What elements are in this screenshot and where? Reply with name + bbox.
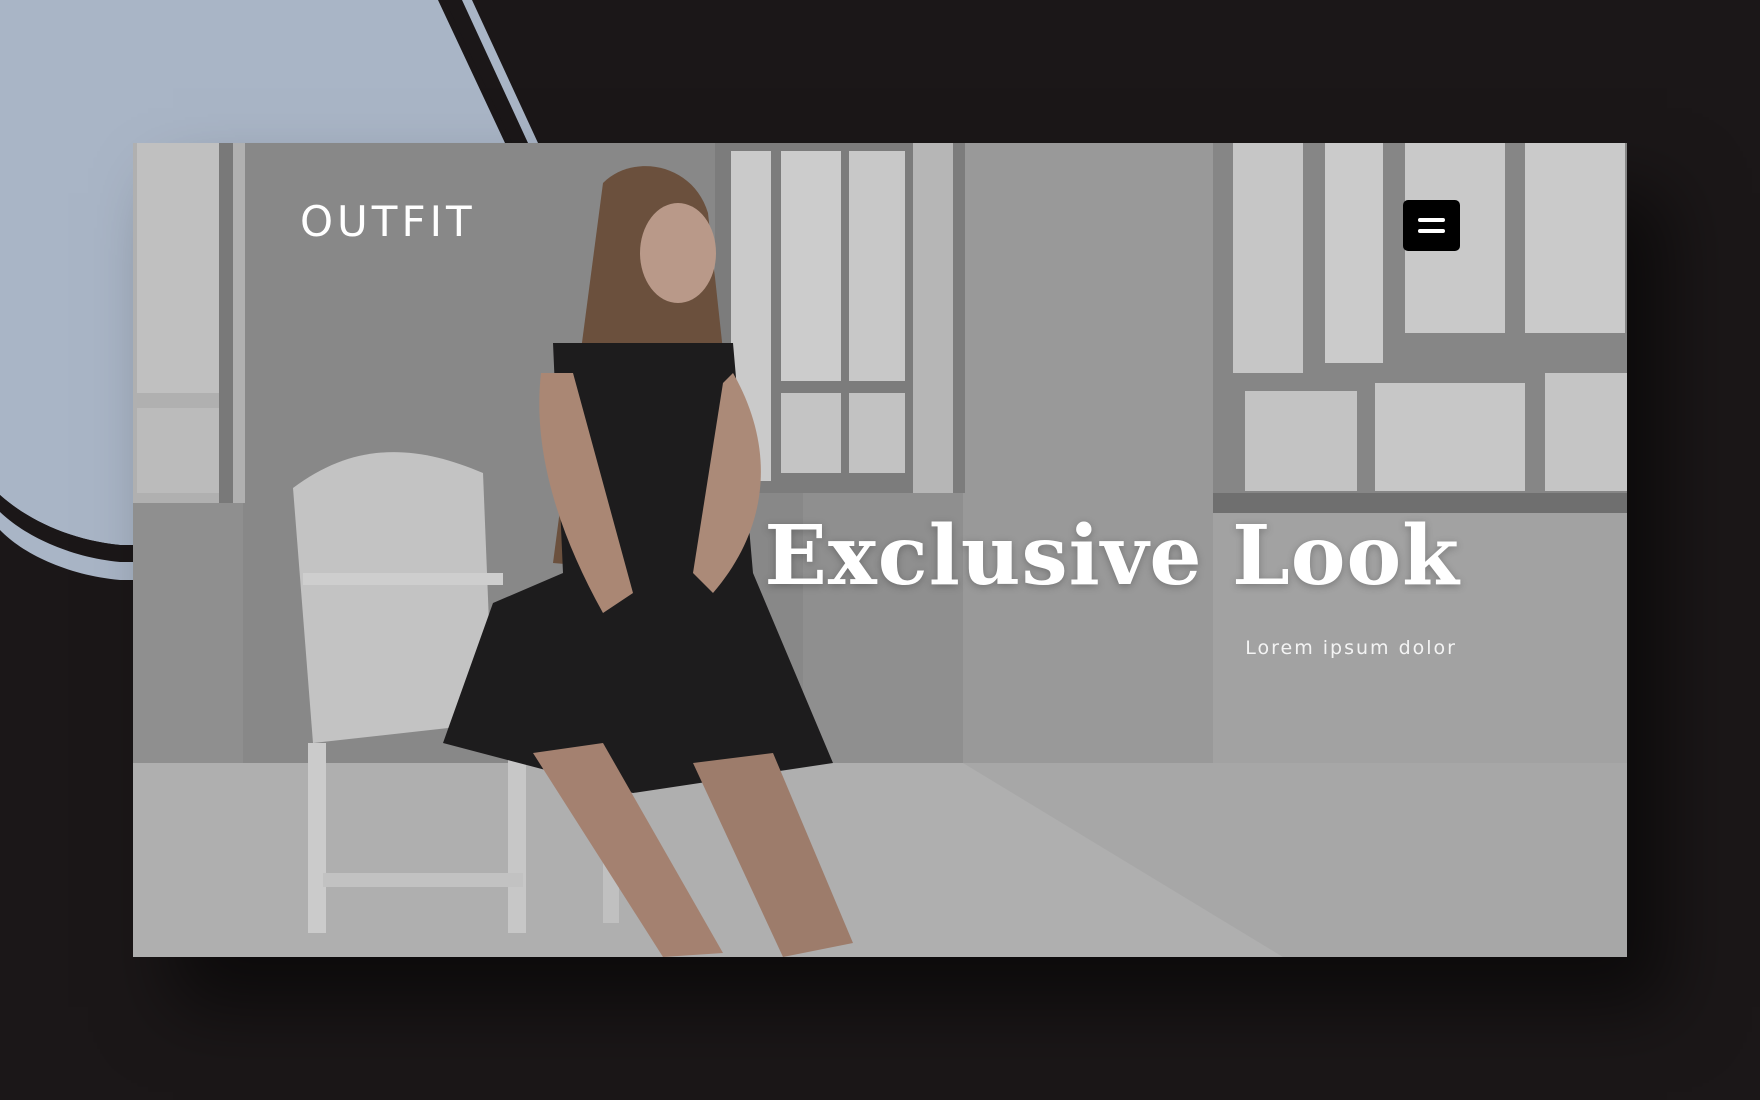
hero-subtitle: Lorem ipsum dolor <box>1245 637 1457 659</box>
landing-page: OUTFIT Exclusive Look Lorem ipsum dolor <box>0 0 1760 1100</box>
brand-logo[interactable]: OUTFIT <box>300 201 476 243</box>
hero-banner: OUTFIT Exclusive Look Lorem ipsum dolor <box>133 143 1627 957</box>
menu-button[interactable] <box>1403 200 1460 251</box>
hamburger-menu-icon-bar <box>1418 229 1445 233</box>
hero-title: Exclusive Look <box>764 508 1460 604</box>
hamburger-menu-icon <box>1418 218 1445 222</box>
